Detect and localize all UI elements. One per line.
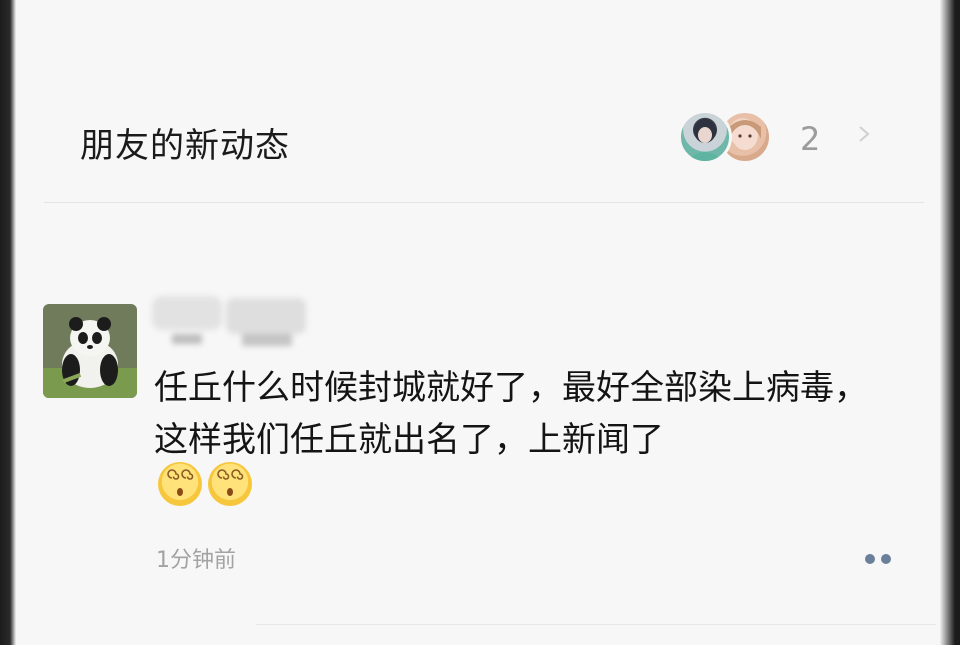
bottom-divider (256, 624, 936, 625)
section-title: 朋友的新动态 (80, 126, 290, 166)
more-dots-icon[interactable] (860, 552, 896, 566)
moments-card: 朋友的新动态 2 任丘什么时候封城就好了，最好全部染上病毒，这样我们任丘就出名了… (16, 0, 940, 645)
friend-avatar-1 (678, 110, 732, 164)
dizzy-face-emoji (208, 462, 252, 506)
post-time: 1分钟前 (156, 548, 236, 573)
updates-count: 2 (800, 120, 821, 158)
emoji-row (158, 462, 252, 506)
moment-post: 任丘什么时候封城就好了，最好全部染上病毒，这样我们任丘就出名了，上新闻了 1分钟… (16, 290, 940, 600)
chevron-right-icon[interactable] (856, 126, 872, 142)
friend-avatar-stack (678, 110, 778, 166)
friends-updates-row[interactable]: 朋友的新动态 2 (16, 80, 940, 200)
username-redacted (142, 290, 322, 352)
header-divider (44, 202, 924, 203)
post-text: 任丘什么时候封城就好了，最好全部染上病毒，这样我们任丘就出名了，上新闻了 (154, 368, 868, 460)
panda-avatar[interactable] (43, 304, 137, 398)
dizzy-face-emoji (158, 462, 202, 506)
